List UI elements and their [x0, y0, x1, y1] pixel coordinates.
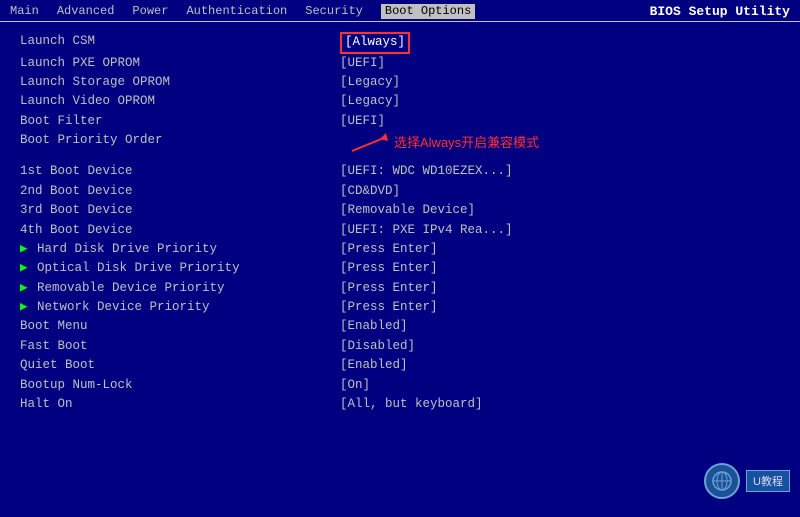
- bios-row-label-14: Boot Menu: [20, 317, 340, 336]
- bios-row-14[interactable]: Boot Menu[Enabled]: [20, 317, 780, 336]
- bios-row-value-10[interactable]: [Press Enter]: [340, 240, 780, 259]
- bios-content: Launch CSM[Always]Launch PXE OPROM[UEFI]…: [0, 22, 800, 509]
- bios-row-label-15: Fast Boot: [20, 337, 340, 356]
- bios-row-label-12: ▶ Removable Device Priority: [20, 279, 340, 298]
- bios-row-label-16: Quiet Boot: [20, 356, 340, 375]
- bios-row-17[interactable]: Bootup Num-Lock[On]: [20, 376, 780, 395]
- bios-row-3[interactable]: Launch Video OPROM[Legacy]: [20, 92, 780, 111]
- bios-row-value-13[interactable]: [Press Enter]: [340, 298, 780, 317]
- bios-row-value-4: [UEFI]: [340, 112, 780, 131]
- tab-power[interactable]: Power: [132, 4, 168, 19]
- bios-row-1[interactable]: Launch PXE OPROM[UEFI]: [20, 54, 780, 73]
- bios-row-value-8: [Removable Device]: [340, 201, 780, 220]
- bios-row-label-13: ▶ Network Device Priority: [20, 298, 340, 317]
- bios-menu-list: Launch CSM[Always]Launch PXE OPROM[UEFI]…: [20, 32, 780, 499]
- bios-row-value-17: [On]: [340, 376, 780, 395]
- bios-row-value-9: [UEFI: PXE IPv4 Rea...]: [340, 221, 780, 240]
- bios-row-value-18: [All, but keyboard]: [340, 395, 780, 414]
- bios-row-label-8: 3rd Boot Device: [20, 201, 340, 220]
- bios-row-label-0: Launch CSM: [20, 32, 340, 54]
- bios-row-label-10: ▶ Hard Disk Drive Priority: [20, 240, 340, 259]
- menu-tabs: Main Advanced Power Authentication Secur…: [10, 4, 475, 19]
- bios-row-label-11: ▶ Optical Disk Drive Priority: [20, 259, 340, 278]
- bios-row-value-16: [Enabled]: [340, 356, 780, 375]
- bios-row-0[interactable]: Launch CSM[Always]: [20, 32, 780, 54]
- bios-row-value-5: 选择Always开启兼容模式: [340, 131, 780, 162]
- bios-row-9[interactable]: 4th Boot Device[UEFI: PXE IPv4 Rea...]: [20, 221, 780, 240]
- bios-row-16[interactable]: Quiet Boot[Enabled]: [20, 356, 780, 375]
- watermark-icon: [704, 463, 740, 499]
- bios-row-5[interactable]: Boot Priority Order选择Always开启兼容模式: [20, 131, 780, 162]
- bios-row-label-17: Bootup Num-Lock: [20, 376, 340, 395]
- bios-row-value-15: [Disabled]: [340, 337, 780, 356]
- bios-row-7[interactable]: 2nd Boot Device[CD&DVD]: [20, 182, 780, 201]
- highlighted-value: [Always]: [340, 32, 410, 54]
- tab-advanced[interactable]: Advanced: [57, 4, 115, 19]
- top-bar: Main Advanced Power Authentication Secur…: [0, 0, 800, 22]
- bios-row-label-3: Launch Video OPROM: [20, 92, 340, 111]
- bios-row-10[interactable]: ▶ Hard Disk Drive Priority[Press Enter]: [20, 240, 780, 259]
- bios-row-label-5: Boot Priority Order: [20, 131, 340, 162]
- bios-row-label-7: 2nd Boot Device: [20, 182, 340, 201]
- tab-security[interactable]: Security: [305, 4, 363, 19]
- bios-row-value-6: [UEFI: WDC WD10EZEX...]: [340, 162, 780, 181]
- watermark-label: U教程: [746, 470, 790, 492]
- bios-row-value-1: [UEFI]: [340, 54, 780, 73]
- bios-row-value-7: [CD&DVD]: [340, 182, 780, 201]
- watermark: U教程: [704, 463, 790, 499]
- bios-row-6[interactable]: 1st Boot Device[UEFI: WDC WD10EZEX...]: [20, 162, 780, 181]
- tab-boot-options[interactable]: Boot Options: [381, 4, 475, 19]
- bios-row-18[interactable]: Halt On[All, but keyboard]: [20, 395, 780, 414]
- bios-row-label-6: 1st Boot Device: [20, 162, 340, 181]
- bios-row-value-14: [Enabled]: [340, 317, 780, 336]
- bios-row-12[interactable]: ▶ Removable Device Priority[Press Enter]: [20, 279, 780, 298]
- tab-main[interactable]: Main: [10, 4, 39, 19]
- bios-row-13[interactable]: ▶ Network Device Priority[Press Enter]: [20, 298, 780, 317]
- bios-row-15[interactable]: Fast Boot[Disabled]: [20, 337, 780, 356]
- bios-row-label-18: Halt On: [20, 395, 340, 414]
- bios-title: BIOS Setup Utility: [650, 4, 790, 19]
- bios-row-4[interactable]: Boot Filter[UEFI]: [20, 112, 780, 131]
- bios-row-label-1: Launch PXE OPROM: [20, 54, 340, 73]
- bios-row-2[interactable]: Launch Storage OPROM[Legacy]: [20, 73, 780, 92]
- bios-row-value-3: [Legacy]: [340, 92, 780, 111]
- bios-row-value-12[interactable]: [Press Enter]: [340, 279, 780, 298]
- bios-row-11[interactable]: ▶ Optical Disk Drive Priority[Press Ente…: [20, 259, 780, 278]
- bios-row-value-0[interactable]: [Always]: [340, 32, 780, 54]
- bios-row-8[interactable]: 3rd Boot Device[Removable Device]: [20, 201, 780, 220]
- bios-row-value-2: [Legacy]: [340, 73, 780, 92]
- tab-authentication[interactable]: Authentication: [186, 4, 287, 19]
- bios-row-label-9: 4th Boot Device: [20, 221, 340, 240]
- bios-row-label-2: Launch Storage OPROM: [20, 73, 340, 92]
- bios-row-label-4: Boot Filter: [20, 112, 340, 131]
- bios-row-value-11[interactable]: [Press Enter]: [340, 259, 780, 278]
